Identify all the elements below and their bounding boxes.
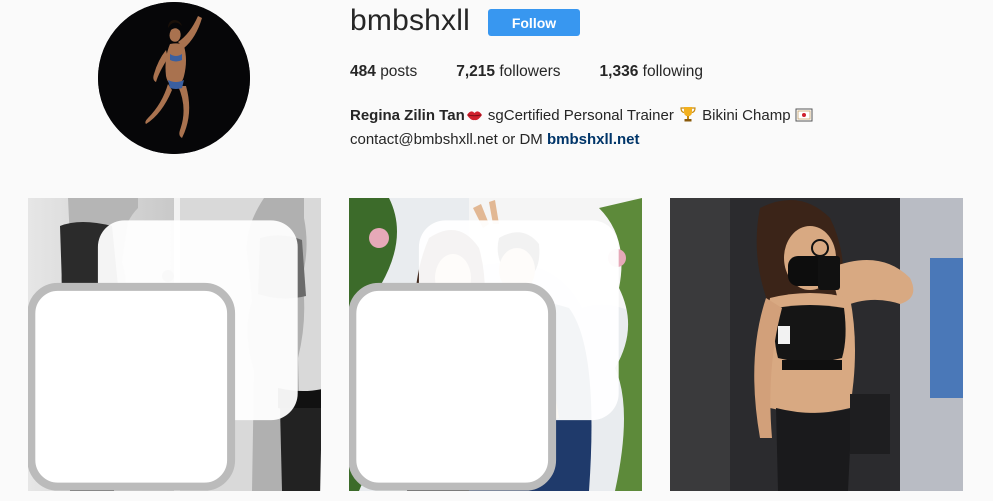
multiple-posts-icon <box>349 220 619 491</box>
posts-stat: 484 posts <box>350 63 417 81</box>
following-count: 1,336 <box>599 63 639 80</box>
bio-line-2: contact@bmbshxll.net or DM bmbshxll.net <box>350 128 910 152</box>
bio-full-name: Regina Zilin Tan <box>350 107 465 124</box>
trophy-icon <box>680 106 696 122</box>
following-label: following <box>642 63 703 80</box>
posts-label: posts <box>380 63 418 80</box>
multiple-posts-icon <box>28 220 298 491</box>
bio-text-2: Bikini Champ <box>698 107 791 124</box>
followers-stat[interactable]: 7,215 followers <box>456 63 560 81</box>
profile-avatar[interactable] <box>98 2 250 154</box>
profile-username: bmbshxll <box>350 4 470 37</box>
bio-contact-text: contact@bmbshxll.net or DM <box>350 131 547 148</box>
bio-website-link[interactable]: bmbshxll.net <box>547 131 640 148</box>
followers-count: 7,215 <box>456 63 496 80</box>
follow-button[interactable]: Follow <box>488 9 580 36</box>
profile-stats: 484 posts 7,215 followers 1,336 followin… <box>350 63 742 81</box>
posts-count: 484 <box>350 63 376 80</box>
followers-label: followers <box>499 63 561 80</box>
post-thumbnail[interactable] <box>670 198 963 491</box>
profile-bio: Regina Zilin Tan sgCertified Personal Tr… <box>350 104 910 152</box>
post-thumbnail[interactable] <box>349 198 642 491</box>
bio-text-1: sgCertified Personal Trainer <box>483 107 678 124</box>
following-stat[interactable]: 1,336 following <box>600 63 703 81</box>
post-thumbnail[interactable] <box>28 198 321 491</box>
bio-line-1: Regina Zilin Tan sgCertified Personal Tr… <box>350 104 910 128</box>
kiss-lips-icon <box>466 105 483 121</box>
posts-grid <box>28 198 964 501</box>
certificate-icon <box>795 106 813 122</box>
